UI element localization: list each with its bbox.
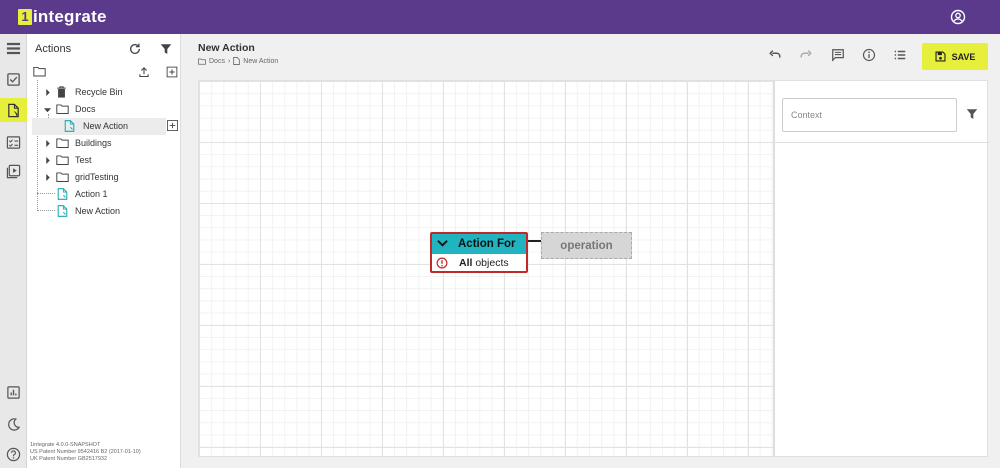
expand-arrow-icon[interactable]: [45, 174, 51, 181]
breadcrumb: Docs › New Action: [198, 57, 278, 65]
tree-item-label: New Action: [83, 121, 129, 131]
help-icon: [6, 447, 21, 461]
tree-item-gridtesting[interactable]: gridTesting: [27, 169, 181, 186]
logo-mark: 1: [18, 9, 32, 25]
report-chart-icon: [7, 385, 20, 399]
panel-divider: [775, 142, 989, 143]
tree-item-label: Recycle Bin: [75, 87, 123, 97]
version-footer: 1integrate 4.0.0-SNAPSHOT US Patent Numb…: [30, 442, 141, 463]
collapse-arrow-icon[interactable]: [44, 107, 51, 113]
undo-icon[interactable]: [768, 48, 782, 62]
list-icon: [6, 42, 21, 54]
rail-checkbox-button[interactable]: [0, 67, 27, 91]
add-box-icon[interactable]: [166, 66, 178, 78]
tree-item-new-action[interactable]: New Action: [27, 203, 181, 220]
tree-item-new-action-selected[interactable]: New Action: [32, 118, 166, 135]
rail-theme-button[interactable]: [0, 412, 27, 436]
action-file-icon: [57, 188, 68, 200]
expand-arrow-icon[interactable]: [45, 140, 51, 147]
node-scope-label: All objects: [459, 257, 509, 269]
save-disk-icon: [935, 51, 946, 62]
info-icon[interactable]: [862, 48, 876, 62]
save-button[interactable]: SAVE: [922, 43, 988, 70]
action-file-icon: [64, 120, 75, 132]
rail-playlist-button[interactable]: [0, 159, 27, 183]
properties-panel: [774, 80, 989, 457]
editor-header: New Action Docs › New Action SAVE: [182, 34, 1000, 80]
folder-icon: [198, 58, 206, 65]
trash-icon: [57, 86, 66, 98]
filter-icon[interactable]: [965, 107, 979, 121]
tree-item-action-1[interactable]: Action 1: [27, 186, 181, 203]
tree-item-test[interactable]: Test: [27, 152, 181, 169]
rail-list-button[interactable]: [0, 36, 27, 60]
operation-placeholder[interactable]: operation: [541, 232, 632, 259]
checklist-icon: [6, 135, 21, 149]
page-title: New Action: [198, 42, 255, 54]
playlist-play-icon: [6, 164, 21, 178]
breadcrumb-docs[interactable]: Docs: [209, 58, 225, 65]
tree-item-buildings[interactable]: Buildings: [27, 135, 181, 152]
error-icon: [436, 257, 448, 269]
tree-item-label: Buildings: [75, 138, 112, 148]
folder-icon: [56, 155, 69, 165]
folder-icon: [56, 138, 69, 148]
tree-item-label: Test: [75, 155, 92, 165]
expand-arrow-icon[interactable]: [45, 89, 51, 96]
action-for-node-header[interactable]: Action For: [432, 234, 526, 254]
tree-item-label: gridTesting: [75, 172, 119, 182]
node-connector: [528, 240, 541, 242]
app-logo[interactable]: 1 integrate: [18, 7, 107, 27]
upload-icon[interactable]: [138, 66, 150, 78]
node-scope-bold: All: [459, 257, 473, 269]
filter-icon[interactable]: [159, 42, 173, 56]
actions-panel: Actions Recycle Bin Docs New Action Buil…: [27, 34, 181, 468]
rail-actions-button[interactable]: [0, 98, 27, 122]
list-view-icon[interactable]: [893, 48, 907, 62]
action-for-node[interactable]: Action For All objects: [430, 232, 528, 273]
folder-icon: [56, 172, 69, 182]
left-rail: [0, 34, 27, 468]
tree-item-recycle-bin[interactable]: Recycle Bin: [27, 84, 181, 101]
add-child-icon[interactable]: [167, 120, 178, 131]
rail-help-button[interactable]: [0, 442, 27, 466]
chevron-down-icon[interactable]: [437, 239, 448, 248]
root-folder-icon[interactable]: [33, 66, 46, 77]
action-for-node-body[interactable]: All objects: [432, 255, 526, 271]
breadcrumb-new-action[interactable]: New Action: [243, 58, 278, 65]
save-label: SAVE: [951, 51, 976, 62]
redo-icon[interactable]: [799, 48, 813, 62]
checkbox-icon: [7, 72, 20, 86]
top-bar: 1 integrate: [0, 0, 1000, 34]
action-file-icon: [57, 205, 68, 217]
logo-text: integrate: [33, 7, 107, 26]
uk-patent-text: UK Patent Number GB2517932: [30, 456, 108, 462]
breadcrumb-separator: ›: [227, 57, 231, 65]
tree-item-label: Action 1: [75, 189, 108, 199]
dark-mode-moon-icon: [8, 417, 21, 431]
account-circle-icon[interactable]: [950, 9, 966, 25]
node-title: Action For: [458, 238, 516, 250]
tree-item-label: New Action: [75, 206, 121, 216]
tree-item-docs[interactable]: Docs: [27, 101, 181, 118]
actions-panel-title: Actions: [35, 43, 72, 55]
expand-arrow-icon[interactable]: [45, 157, 51, 164]
tree-item-label: Docs: [75, 104, 96, 114]
version-text: 1integrate 4.0.0-SNAPSHOT: [30, 442, 101, 448]
context-input[interactable]: [782, 98, 957, 132]
rail-report-button[interactable]: [0, 380, 27, 404]
refresh-icon[interactable]: [128, 42, 142, 56]
action-file-icon: [233, 57, 241, 65]
rail-checklist-button[interactable]: [0, 130, 27, 154]
action-file-icon: [8, 103, 19, 117]
us-patent-text: US Patent Number 9542416 B2 (2017-01-10): [30, 449, 141, 455]
node-scope-rest: objects: [472, 257, 509, 269]
folder-icon: [56, 104, 69, 114]
comment-icon[interactable]: [831, 48, 845, 62]
